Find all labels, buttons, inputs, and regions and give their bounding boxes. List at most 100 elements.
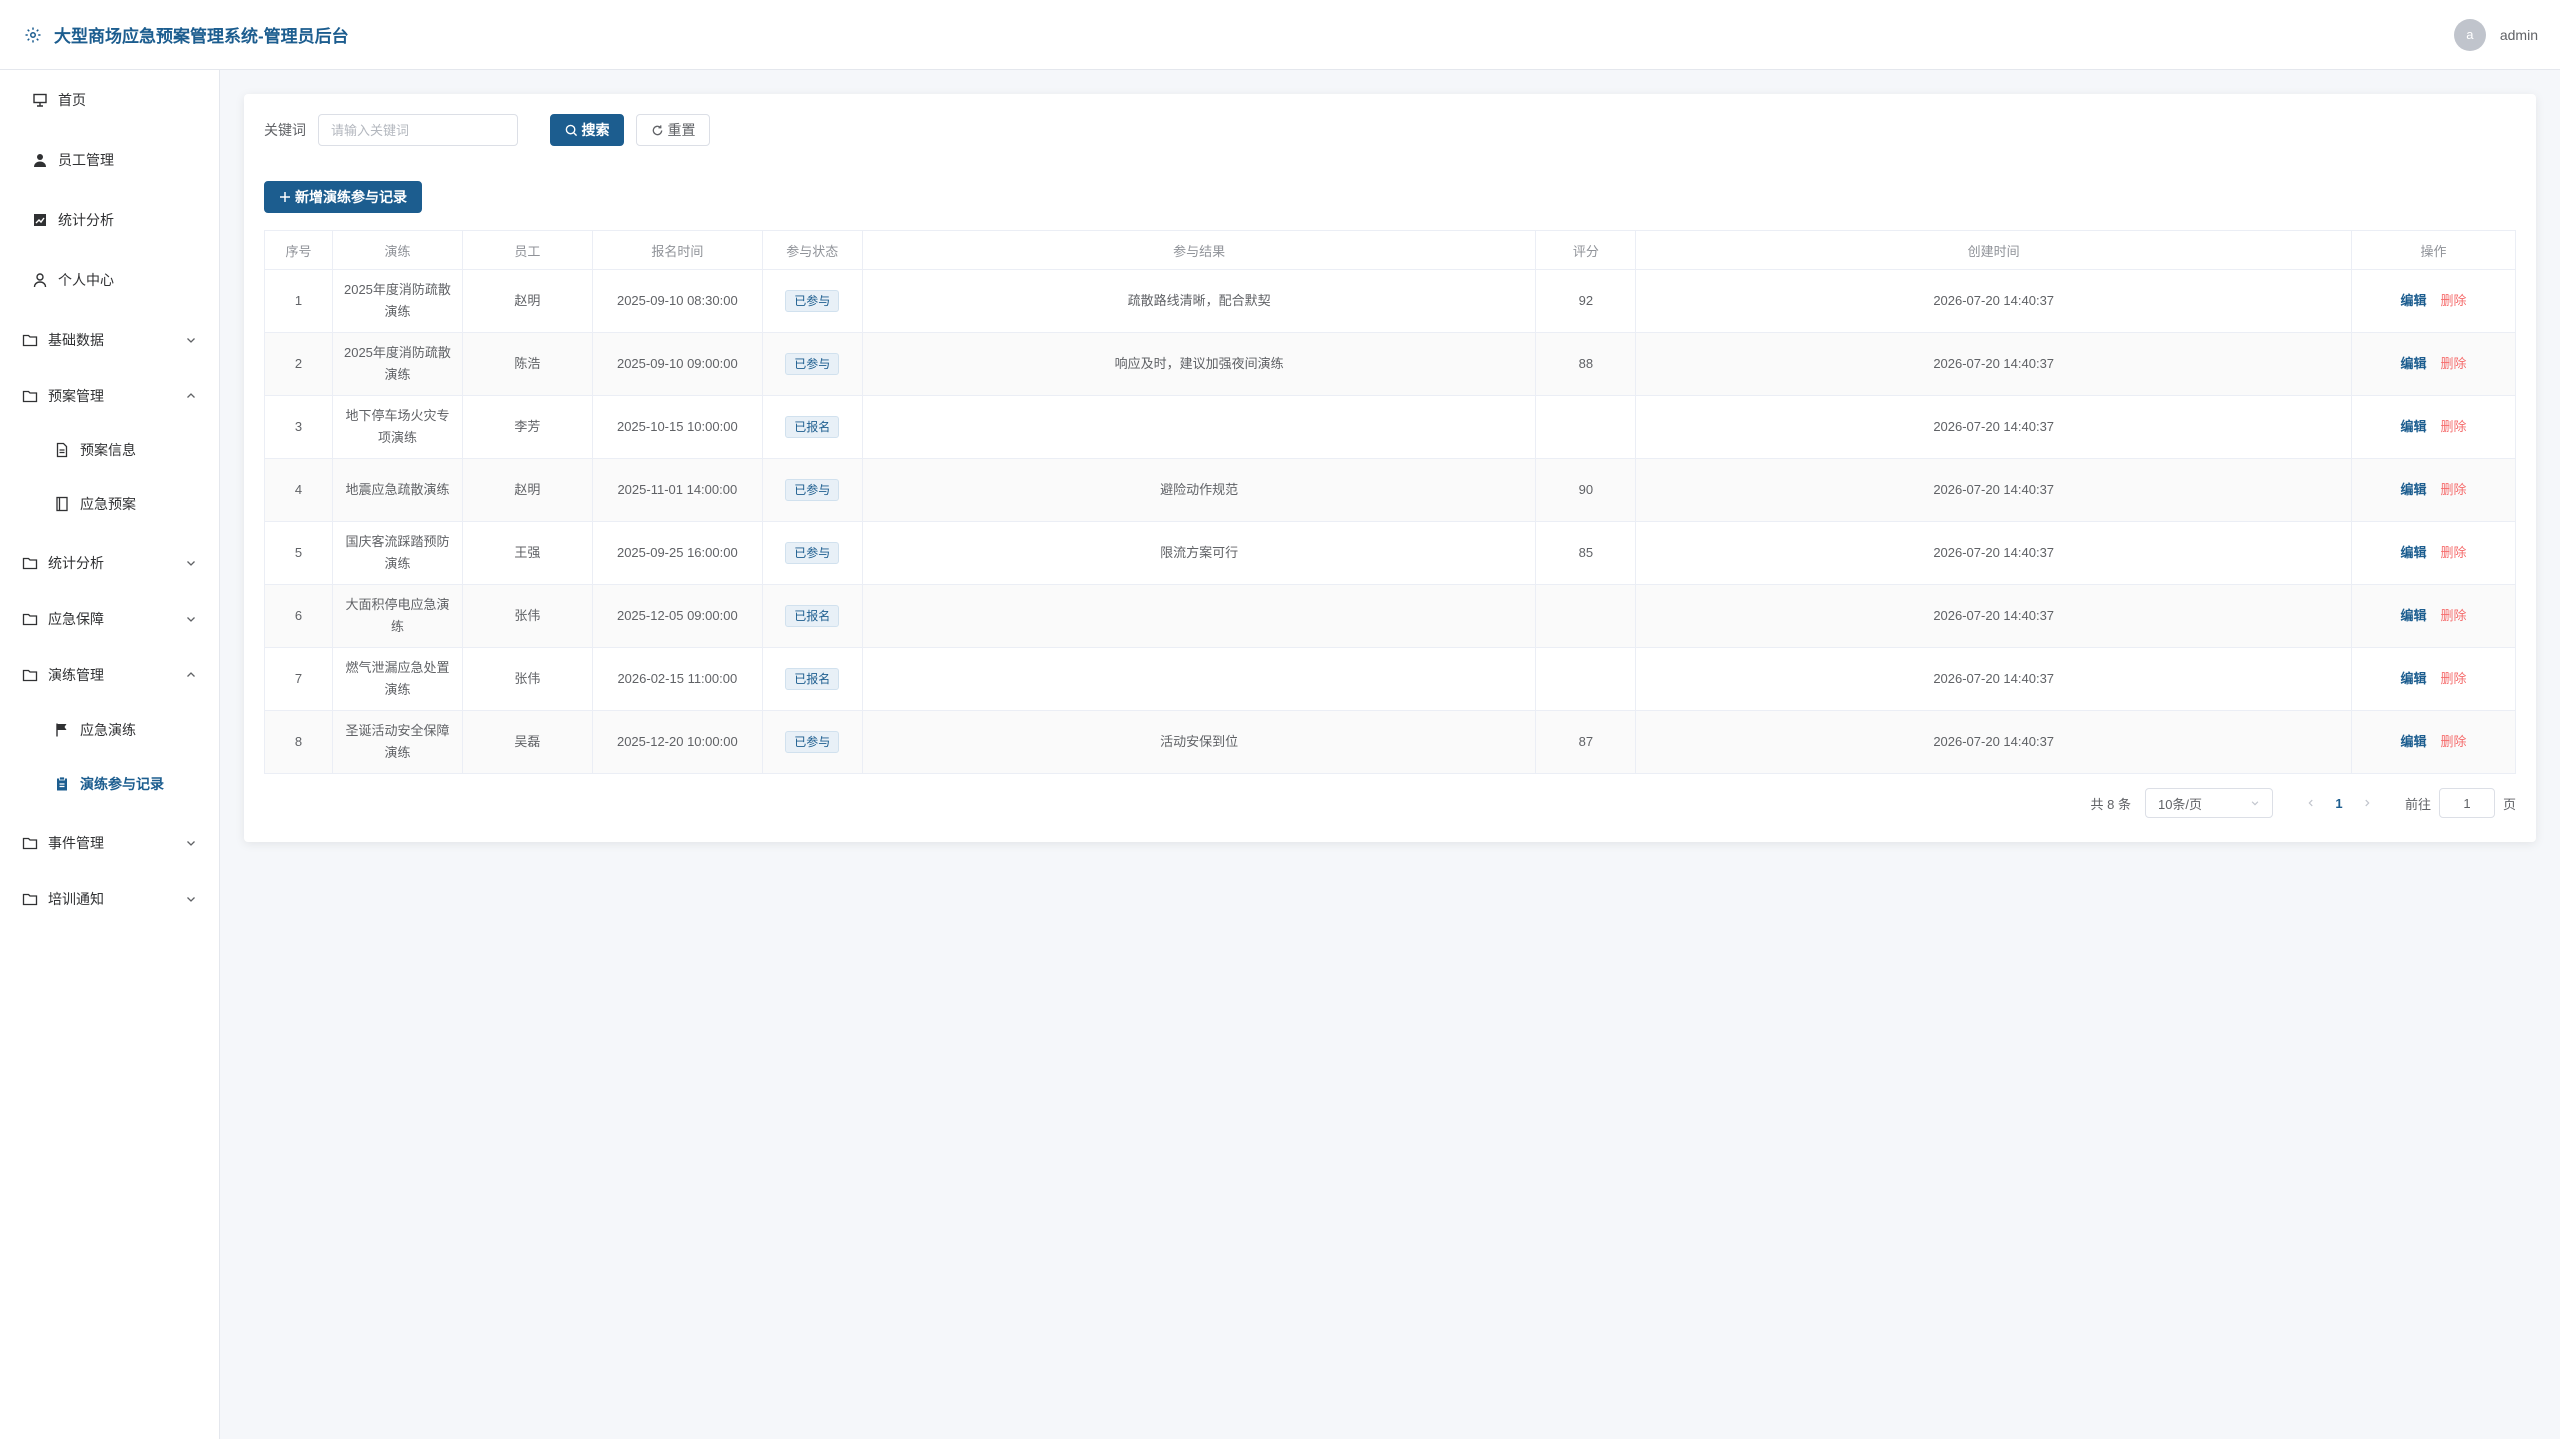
plus-icon xyxy=(280,192,290,202)
search-button[interactable]: 搜索 xyxy=(550,114,624,146)
sidebar-group-statistics[interactable]: 统计分析 xyxy=(0,535,219,591)
cell-actions: 编辑 删除 xyxy=(2351,647,2516,711)
document-icon xyxy=(54,442,70,458)
cell-no: 1 xyxy=(264,269,333,333)
sidebar-group-emergency-support[interactable]: 应急保障 xyxy=(0,591,219,647)
cell-score: 90 xyxy=(1535,458,1637,522)
delete-button[interactable]: 删除 xyxy=(2441,671,2467,686)
cell-score: 85 xyxy=(1535,521,1637,585)
sidebar-item-emergency-plan[interactable]: 应急预案 xyxy=(0,476,219,532)
sidebar-item-staff[interactable]: 员工管理 xyxy=(0,132,219,188)
cell-drill: 燃气泄漏应急处置演练 xyxy=(332,647,463,711)
cell-no: 8 xyxy=(264,710,333,774)
delete-button[interactable]: 删除 xyxy=(2441,293,2467,308)
goto-page-input[interactable] xyxy=(2438,788,2495,818)
sidebar-item-home[interactable]: 首页 xyxy=(0,72,219,128)
page-suffix: 页 xyxy=(2502,796,2516,812)
delete-button[interactable]: 删除 xyxy=(2441,545,2467,560)
brand: 大型商场应急预案管理系统-管理员后台 xyxy=(24,22,349,47)
table-row[interactable]: 1 2025年度消防疏散演练 赵明 2025-09-10 08:30:00 已参… xyxy=(264,269,2516,333)
sidebar-group-incident-management[interactable]: 事件管理 xyxy=(0,815,219,871)
table-row[interactable]: 6 大面积停电应急演练 张伟 2025-12-05 09:00:00 已报名 2… xyxy=(264,584,2516,648)
column-header: 操作 xyxy=(2351,230,2516,270)
delete-button[interactable]: 删除 xyxy=(2441,356,2467,371)
delete-button[interactable]: 删除 xyxy=(2441,482,2467,497)
edit-button[interactable]: 编辑 xyxy=(2400,545,2426,560)
reset-button[interactable]: 重置 xyxy=(636,114,710,146)
sidebar-item-emergency-drill[interactable]: 应急演练 xyxy=(0,702,219,758)
chevron-down-icon xyxy=(187,338,195,343)
delete-button[interactable]: 删除 xyxy=(2441,608,2467,623)
avatar[interactable]: a xyxy=(2453,18,2486,51)
sidebar-item-label: 基础数据 xyxy=(48,332,104,348)
edit-button[interactable]: 编辑 xyxy=(2400,356,2426,371)
sidebar-item-label: 培训通知 xyxy=(48,891,104,907)
page-number-current[interactable]: 1 xyxy=(2325,796,2353,811)
sidebar-item-label: 应急演练 xyxy=(80,722,136,738)
status-badge: 已参与 xyxy=(785,731,840,753)
cell-actions: 编辑 删除 xyxy=(2351,458,2516,522)
folder-icon xyxy=(22,332,38,348)
presentation-icon xyxy=(32,92,48,108)
sidebar-group-basic-data[interactable]: 基础数据 xyxy=(0,312,219,368)
sidebar-group-plan-management[interactable]: 预案管理 xyxy=(0,368,219,424)
edit-button[interactable]: 编辑 xyxy=(2400,293,2426,308)
cell-drill: 大面积停电应急演练 xyxy=(332,584,463,648)
add-record-button[interactable]: 新增演练参与记录 xyxy=(264,181,422,213)
cell-score: 87 xyxy=(1535,710,1637,774)
sidebar-group-drill-management[interactable]: 演练管理 xyxy=(0,647,219,703)
cell-actions: 编辑 删除 xyxy=(2351,521,2516,585)
cell-created: 2026-07-20 14:40:37 xyxy=(1635,584,2352,648)
keyword-input[interactable] xyxy=(318,114,518,146)
sidebar-item-statistics[interactable]: 统计分析 xyxy=(0,192,219,248)
cell-signup-time: 2025-09-10 09:00:00 xyxy=(592,332,763,396)
cell-status: 已参与 xyxy=(762,332,863,396)
status-badge: 已报名 xyxy=(785,605,840,627)
prev-page-button[interactable] xyxy=(2297,789,2325,817)
cell-employee: 陈浩 xyxy=(462,332,593,396)
table-row[interactable]: 5 国庆客流踩踏预防演练 王强 2025-09-25 16:00:00 已参与 … xyxy=(264,521,2516,585)
edit-button[interactable]: 编辑 xyxy=(2400,482,2426,497)
cell-score xyxy=(1535,584,1637,648)
cell-result: 活动安保到位 xyxy=(862,710,1537,774)
table-row[interactable]: 2 2025年度消防疏散演练 陈浩 2025-09-10 09:00:00 已参… xyxy=(264,332,2516,396)
cell-employee: 张伟 xyxy=(462,647,593,711)
table-row[interactable]: 8 圣诞活动安全保障演练 吴磊 2025-12-20 10:00:00 已参与 … xyxy=(264,710,2516,774)
sidebar-item-plan-info[interactable]: 预案信息 xyxy=(0,422,219,478)
sidebar-group-training-notice[interactable]: 培训通知 xyxy=(0,871,219,927)
edit-button[interactable]: 编辑 xyxy=(2400,419,2426,434)
edit-button[interactable]: 编辑 xyxy=(2400,671,2426,686)
sidebar-item-label: 演练管理 xyxy=(48,667,104,683)
next-page-button[interactable] xyxy=(2353,789,2381,817)
table-row[interactable]: 3 地下停车场火灾专项演练 李芳 2025-10-15 10:00:00 已报名… xyxy=(264,395,2516,459)
pagination: 共 8 条 10条/页 1 前往 页 xyxy=(2091,787,2516,819)
delete-button[interactable]: 删除 xyxy=(2441,734,2467,749)
table-row[interactable]: 7 燃气泄漏应急处置演练 张伟 2026-02-15 11:00:00 已报名 … xyxy=(264,647,2516,711)
sidebar-item-label: 预案管理 xyxy=(48,388,104,404)
cell-status: 已报名 xyxy=(762,647,863,711)
user-menu[interactable]: a admin xyxy=(2453,18,2538,51)
edit-button[interactable]: 编辑 xyxy=(2400,734,2426,749)
cell-result: 响应及时，建议加强夜间演练 xyxy=(862,332,1537,396)
chevron-up-icon xyxy=(187,393,195,398)
cell-no: 5 xyxy=(264,521,333,585)
refresh-icon xyxy=(652,124,662,135)
cell-employee: 赵明 xyxy=(462,458,593,522)
page-size-select[interactable]: 10条/页 xyxy=(2144,788,2273,818)
cell-status: 已参与 xyxy=(762,269,863,333)
cell-no: 2 xyxy=(264,332,333,396)
sidebar-item-drill-participation[interactable]: 演练参与记录 xyxy=(0,756,219,812)
delete-button[interactable]: 删除 xyxy=(2441,419,2467,434)
column-header: 创建时间 xyxy=(1635,230,2352,270)
add-record-label: 新增演练参与记录 xyxy=(295,189,407,205)
edit-button[interactable]: 编辑 xyxy=(2400,608,2426,623)
cell-drill: 地下停车场火灾专项演练 xyxy=(332,395,463,459)
username[interactable]: admin xyxy=(2500,27,2538,43)
sidebar-item-profile[interactable]: 个人中心 xyxy=(0,252,219,308)
column-header: 报名时间 xyxy=(592,230,763,270)
cell-signup-time: 2025-10-15 10:00:00 xyxy=(592,395,763,459)
cell-created: 2026-07-20 14:40:37 xyxy=(1635,332,2352,396)
table-row[interactable]: 4 地震应急疏散演练 赵明 2025-11-01 14:00:00 已参与 避险… xyxy=(264,458,2516,522)
chevron-right-icon xyxy=(2365,799,2370,807)
cell-drill: 2025年度消防疏散演练 xyxy=(332,332,463,396)
